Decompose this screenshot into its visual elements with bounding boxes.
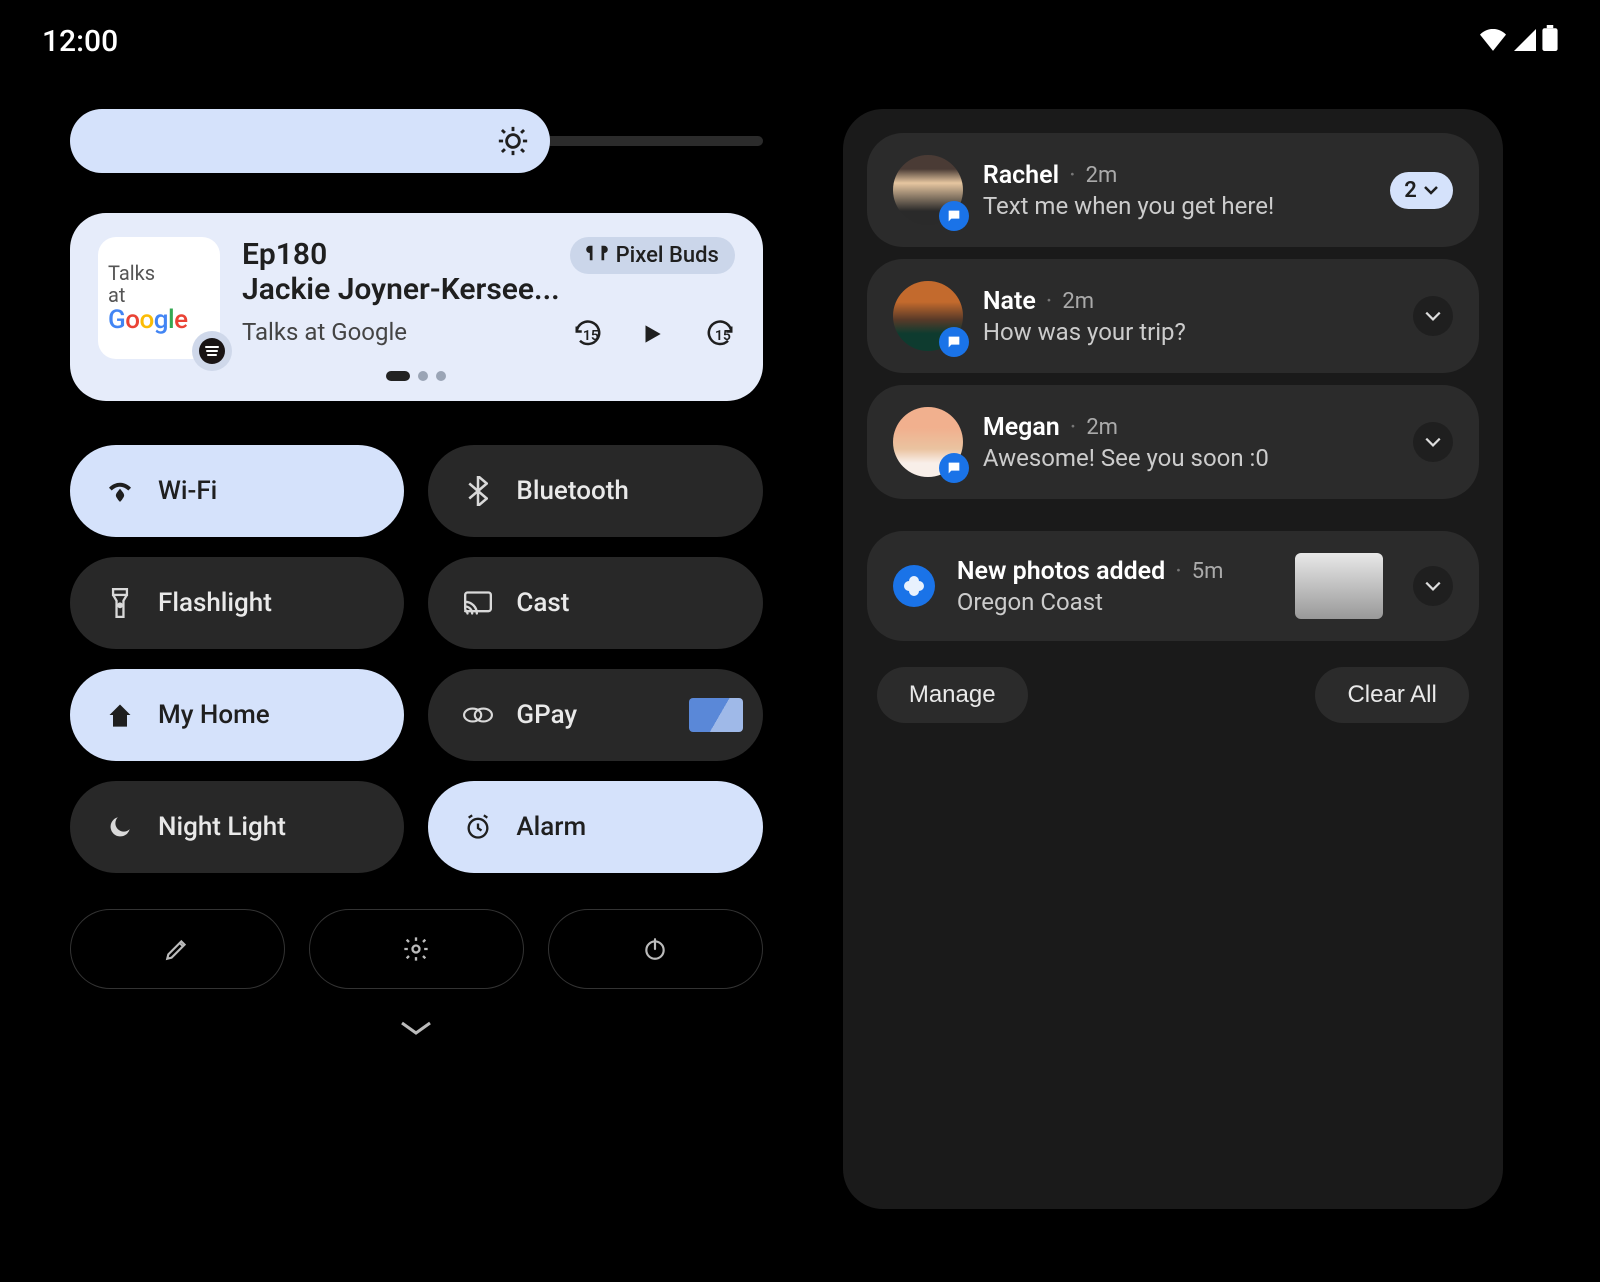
qs-tile-gpay[interactable]: GPay <box>428 669 762 761</box>
notification-sender: Nate <box>983 287 1036 316</box>
avatar <box>893 281 963 351</box>
notification-expand-button[interactable] <box>1413 566 1453 606</box>
status-bar: 12:00 <box>0 0 1600 59</box>
notification-item-photos[interactable]: New photos added · 5m Oregon Coast <box>867 531 1479 641</box>
notification-count-expand[interactable]: 2 <box>1390 172 1453 209</box>
clear-all-button[interactable]: Clear All <box>1315 667 1468 723</box>
notification-subtitle: Oregon Coast <box>957 588 1275 616</box>
media-pagination[interactable] <box>98 371 735 381</box>
media-album-art: Talks at Google <box>98 237 220 359</box>
qs-tile-home[interactable]: My Home <box>70 669 404 761</box>
brightness-slider[interactable] <box>70 109 763 173</box>
media-title: Jackie Joyner-Kersee... <box>242 272 560 307</box>
notification-time: 2m <box>1062 289 1094 314</box>
notification-sender: Rachel <box>983 161 1059 190</box>
notification-thumbnail <box>1295 553 1383 619</box>
qs-edit-button[interactable] <box>70 909 285 989</box>
qs-collapse-button[interactable] <box>70 1009 763 1047</box>
media-source: Talks at Google <box>242 318 407 346</box>
qs-tile-flashlight[interactable]: Flashlight <box>70 557 404 649</box>
messages-app-icon <box>939 201 969 231</box>
media-episode: Ep180 <box>242 237 560 272</box>
avatar <box>893 155 963 225</box>
notification-item[interactable]: Nate · 2m How was your trip? <box>867 259 1479 373</box>
notification-item[interactable]: Megan · 2m Awesome! See you soon :0 <box>867 385 1479 499</box>
alarm-icon <box>462 813 494 841</box>
notification-time: 2m <box>1086 415 1118 440</box>
notification-time: 5m <box>1192 559 1224 584</box>
media-output-chip[interactable]: Pixel Buds <box>570 237 735 274</box>
bluetooth-icon <box>462 476 494 506</box>
media-play-button[interactable] <box>639 321 665 347</box>
quick-settings-grid: Wi-Fi Bluetooth Flashlight Cast <box>70 445 763 873</box>
qs-tile-nightlight[interactable]: Night Light <box>70 781 404 873</box>
moon-icon <box>104 814 136 840</box>
notification-text: How was your trip? <box>983 318 1393 346</box>
battery-status-icon <box>1542 24 1558 59</box>
qs-tile-wifi[interactable]: Wi-Fi <box>70 445 404 537</box>
notification-expand-button[interactable] <box>1413 422 1453 462</box>
avatar <box>893 407 963 477</box>
earbuds-icon <box>586 243 608 268</box>
media-rewind15-button[interactable]: 15 <box>573 319 599 349</box>
brightness-icon <box>496 124 530 158</box>
signal-status-icon <box>1512 24 1536 59</box>
media-forward15-button[interactable]: 15 <box>705 319 731 349</box>
quick-settings-panel: Talks at Google Ep180 Jackie Joyner-Kers… <box>70 109 763 1209</box>
qs-tile-alarm[interactable]: Alarm <box>428 781 762 873</box>
notification-panel: Rachel · 2m Text me when you get here! 2… <box>843 109 1503 1209</box>
messages-app-icon <box>939 327 969 357</box>
messages-app-icon <box>939 453 969 483</box>
spotify-icon <box>192 331 232 371</box>
payment-card-icon <box>689 698 743 732</box>
wifi-status-icon <box>1480 24 1506 59</box>
photos-app-icon <box>893 565 935 607</box>
gpay-icon <box>462 704 494 726</box>
notification-item[interactable]: Rachel · 2m Text me when you get here! 2 <box>867 133 1479 247</box>
qs-power-button[interactable] <box>548 909 763 989</box>
qs-settings-button[interactable] <box>309 909 524 989</box>
wifi-icon <box>104 480 136 502</box>
qs-tile-cast[interactable]: Cast <box>428 557 762 649</box>
status-time: 12:00 <box>42 24 118 59</box>
media-card[interactable]: Talks at Google Ep180 Jackie Joyner-Kers… <box>70 213 763 401</box>
cast-icon <box>462 591 494 615</box>
manage-notifications-button[interactable]: Manage <box>877 667 1028 723</box>
notification-sender: Megan <box>983 413 1060 442</box>
home-icon <box>104 702 136 728</box>
flashlight-icon <box>104 588 136 618</box>
notification-text: Text me when you get here! <box>983 192 1370 220</box>
notification-title: New photos added <box>957 557 1165 586</box>
notification-text: Awesome! See you soon :0 <box>983 444 1393 472</box>
notification-time: 2m <box>1086 163 1118 188</box>
notification-expand-button[interactable] <box>1413 296 1453 336</box>
qs-tile-bluetooth[interactable]: Bluetooth <box>428 445 762 537</box>
